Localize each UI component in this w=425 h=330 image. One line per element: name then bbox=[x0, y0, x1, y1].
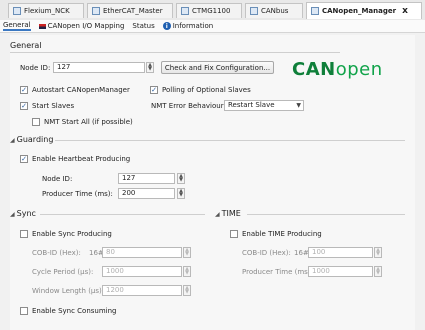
tab-label: CTMG1100 bbox=[192, 7, 231, 15]
general-config-panel: General Node ID: 127 ▲ ▼ Check and Fix Co… bbox=[10, 35, 415, 330]
cycle-period-label: Cycle Period (µs): bbox=[32, 268, 94, 276]
subtab-label: Information bbox=[172, 22, 214, 30]
subtab-io-mapping[interactable]: CANopen I/O Mapping bbox=[38, 22, 125, 30]
nmt-start-all-checkbox[interactable] bbox=[32, 118, 40, 126]
start-slaves-label: Start Slaves bbox=[32, 102, 75, 110]
polling-label: Polling of Optional Slaves bbox=[162, 86, 251, 94]
guarding-node-id-spinner[interactable]: ▲ ▼ bbox=[177, 173, 185, 184]
guarding-section-title[interactable]: ◢ Guarding bbox=[10, 135, 53, 144]
subtab-general[interactable]: General bbox=[3, 21, 31, 31]
sync-section-title[interactable]: ◢ Sync bbox=[10, 209, 36, 218]
autostart-checkbox[interactable]: ✓ bbox=[20, 86, 28, 94]
device-icon bbox=[13, 7, 21, 15]
sync-consuming-label: Enable Sync Consuming bbox=[32, 307, 117, 315]
logo-can-text: CAN bbox=[292, 59, 336, 80]
device-icon bbox=[92, 7, 100, 15]
subtab-label: CANopen I/O Mapping bbox=[47, 22, 125, 30]
heartbeat-label: Enable Heartbeat Producing bbox=[32, 155, 131, 163]
subtab-status[interactable]: Status bbox=[132, 22, 154, 30]
producer-time-label: Producer Time (ms): bbox=[42, 190, 113, 198]
cycle-period-spinner[interactable]: ▲ ▼ bbox=[183, 266, 191, 277]
divider bbox=[40, 214, 205, 215]
collapse-arrow-icon: ◢ bbox=[215, 211, 220, 218]
nmt-error-value: Restart Slave bbox=[228, 101, 275, 109]
autostart-label: Autostart CANopenManager bbox=[32, 86, 130, 94]
check-fix-config-button[interactable]: Check and Fix Configuration... bbox=[161, 61, 274, 74]
editor-subtabs: General CANopen I/O Mapping Status i Inf… bbox=[0, 20, 425, 33]
tab-label: CANopen_Manager bbox=[322, 7, 397, 15]
time-producing-label: Enable TIME Producing bbox=[242, 230, 322, 238]
chevron-down-icon: ▼ bbox=[296, 102, 301, 109]
time-cobid-prefix: 16# bbox=[294, 249, 309, 257]
tab-label: Flexium_NCK bbox=[24, 7, 70, 15]
node-id-input[interactable]: 127 bbox=[53, 62, 145, 73]
info-icon: i bbox=[162, 22, 171, 30]
collapse-arrow-icon: ◢ bbox=[10, 137, 15, 144]
node-id-spinner[interactable]: ▲ ▼ bbox=[146, 62, 154, 73]
divider bbox=[10, 52, 340, 53]
device-icon bbox=[181, 7, 189, 15]
sync-cobid-input[interactable]: 80 bbox=[102, 247, 182, 258]
sync-cobid-spinner[interactable]: ▲ ▼ bbox=[183, 247, 191, 258]
time-cobid-label: COB-ID (Hex): bbox=[242, 249, 291, 257]
logo-open-text: open bbox=[335, 59, 383, 80]
subtab-label: General bbox=[3, 21, 31, 29]
guarding-title-text: Guarding bbox=[16, 135, 54, 144]
time-cobid-spinner[interactable]: ▲ ▼ bbox=[374, 247, 382, 258]
guarding-node-id-input[interactable]: 127 bbox=[118, 173, 175, 184]
guarding-node-id-label: Node ID: bbox=[42, 175, 73, 183]
tab-canbus[interactable]: CANbus bbox=[245, 3, 303, 18]
tab-flexium-nck[interactable]: Flexium_NCK bbox=[8, 3, 84, 18]
sync-title-text: Sync bbox=[16, 209, 36, 218]
producer-time-input[interactable]: 200 bbox=[118, 188, 175, 199]
time-producer-time-spinner[interactable]: ▲ ▼ bbox=[374, 266, 382, 277]
tab-ctmg1100[interactable]: CTMG1100 bbox=[176, 3, 242, 18]
cycle-period-input[interactable]: 1000 bbox=[102, 266, 182, 277]
time-cobid-input[interactable]: 100 bbox=[308, 247, 373, 258]
close-icon[interactable]: x bbox=[402, 6, 408, 16]
time-producing-checkbox[interactable] bbox=[230, 230, 238, 238]
device-icon bbox=[311, 7, 319, 15]
general-section-title: General bbox=[10, 41, 42, 50]
tab-canopen-manager[interactable]: CANopen_Manager x bbox=[306, 2, 422, 19]
tab-ethercat-master[interactable]: EtherCAT_Master bbox=[87, 3, 173, 18]
time-title-text: TIME bbox=[221, 209, 241, 218]
window-length-label: Window Length (µs): bbox=[32, 287, 105, 295]
divider bbox=[247, 214, 405, 215]
tab-label: CANbus bbox=[261, 7, 289, 15]
canopen-logo: CANopen bbox=[292, 59, 383, 80]
document-tab-bar: Flexium_NCK EtherCAT_Master CTMG1100 CAN… bbox=[0, 0, 425, 21]
sync-producing-label: Enable Sync Producing bbox=[32, 230, 112, 238]
time-producer-time-label: Producer Time (ms): bbox=[242, 268, 313, 276]
subtab-information[interactable]: i Information bbox=[162, 22, 214, 30]
time-section-title[interactable]: ◢ TIME bbox=[215, 209, 241, 218]
tab-label: EtherCAT_Master bbox=[103, 7, 163, 15]
time-producer-time-input[interactable]: 1000 bbox=[308, 266, 373, 277]
nmt-error-select[interactable]: Restart Slave ▼ bbox=[224, 100, 304, 111]
sync-consuming-checkbox[interactable] bbox=[20, 307, 28, 315]
nmt-error-label: NMT Error Behaviour: bbox=[151, 102, 226, 110]
sync-cobid-label: COB-ID (Hex): bbox=[32, 249, 81, 257]
nmt-start-all-label: NMT Start All (if possible) bbox=[44, 118, 133, 126]
subtab-label: Status bbox=[132, 22, 155, 30]
divider bbox=[55, 140, 405, 141]
heartbeat-checkbox[interactable]: ✓ bbox=[20, 155, 28, 163]
device-icon bbox=[250, 7, 258, 15]
producer-time-spinner[interactable]: ▲ ▼ bbox=[177, 188, 185, 199]
start-slaves-checkbox[interactable]: ✓ bbox=[20, 102, 28, 110]
mapping-icon bbox=[38, 23, 46, 29]
node-id-label: Node ID: bbox=[20, 64, 51, 72]
window-length-spinner[interactable]: ▲ ▼ bbox=[183, 285, 191, 296]
polling-checkbox[interactable]: ✓ bbox=[150, 86, 158, 94]
sync-producing-checkbox[interactable] bbox=[20, 230, 28, 238]
window-length-input[interactable]: 1200 bbox=[102, 285, 182, 296]
collapse-arrow-icon: ◢ bbox=[10, 211, 15, 218]
